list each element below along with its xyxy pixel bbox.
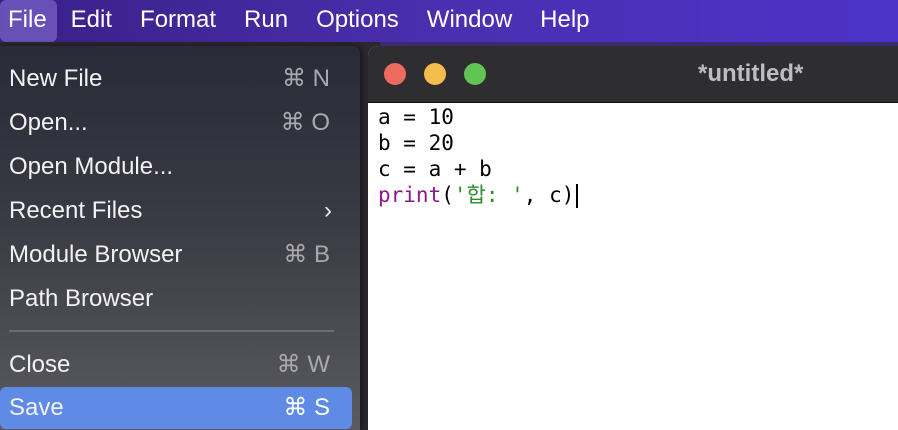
menu-options[interactable]: Options — [302, 0, 413, 42]
menu-separator — [9, 330, 334, 332]
menu-run[interactable]: Run — [230, 0, 302, 42]
shortcut-label: ⌘ N — [282, 65, 330, 92]
editor-titlebar: *untitled* — [368, 46, 898, 103]
menu-item-label: Module Browser — [9, 241, 183, 268]
shortcut-label: ⌘ W — [276, 351, 330, 378]
menu-item-path-browser[interactable]: Path Browser — [0, 278, 352, 320]
menu-edit[interactable]: Edit — [57, 0, 126, 42]
minimize-window-button[interactable] — [424, 63, 446, 85]
menu-file[interactable]: File — [0, 0, 57, 42]
shortcut-label: ⌘ B — [283, 241, 330, 268]
menu-item-label: Close — [9, 351, 71, 378]
window-title: *untitled* — [698, 60, 804, 87]
keyword-token: print — [378, 183, 442, 207]
chevron-right-icon: › — [324, 197, 332, 224]
code-token: , c) — [523, 183, 575, 207]
menu-item-recent-files[interactable]: Recent Files › — [0, 190, 352, 232]
code-line: b = 20 — [378, 131, 454, 155]
menu-item-module-browser[interactable]: Module Browser ⌘ B — [0, 234, 352, 276]
menu-item-close[interactable]: Close ⌘ W — [0, 344, 352, 386]
menu-window[interactable]: Window — [413, 0, 526, 42]
menu-item-label: Save — [9, 394, 64, 421]
menu-item-label: New File — [9, 65, 103, 92]
menu-item-new-file[interactable]: New File ⌘ N — [0, 58, 352, 100]
menu-bar: File Edit Format Run Options Window Help — [0, 0, 898, 42]
zoom-window-button[interactable] — [464, 63, 486, 85]
close-window-button[interactable] — [384, 63, 406, 85]
shortcut-label: ⌘ S — [283, 394, 330, 421]
menu-item-label: Recent Files — [9, 197, 143, 224]
string-token: '합: ' — [453, 183, 524, 207]
menu-item-save[interactable]: Save ⌘ S — [0, 387, 352, 429]
menu-item-label: Open Module... — [9, 153, 174, 180]
shortcut-label: ⌘ O — [280, 109, 330, 136]
code-editor[interactable]: a = 10 b = 20 c = a + b print('합: ', c) — [378, 104, 579, 208]
menu-item-label: Path Browser — [9, 285, 154, 312]
file-menu-dropdown: New File ⌘ N Open... ⌘ O Open Module... … — [0, 46, 360, 430]
paren-token: ( — [441, 183, 454, 207]
menu-item-open-module[interactable]: Open Module... — [0, 146, 352, 188]
code-line: a = 10 — [378, 105, 454, 129]
menu-format[interactable]: Format — [126, 0, 230, 42]
code-line: c = a + b — [378, 157, 492, 181]
editor-window: *untitled* a = 10 b = 20 c = a + b print… — [368, 46, 898, 430]
menu-help[interactable]: Help — [526, 0, 603, 42]
menu-item-label: Open... — [9, 109, 88, 136]
menu-item-open[interactable]: Open... ⌘ O — [0, 102, 352, 144]
text-cursor — [576, 184, 579, 208]
code-line: print('합: ', c) — [378, 182, 579, 208]
